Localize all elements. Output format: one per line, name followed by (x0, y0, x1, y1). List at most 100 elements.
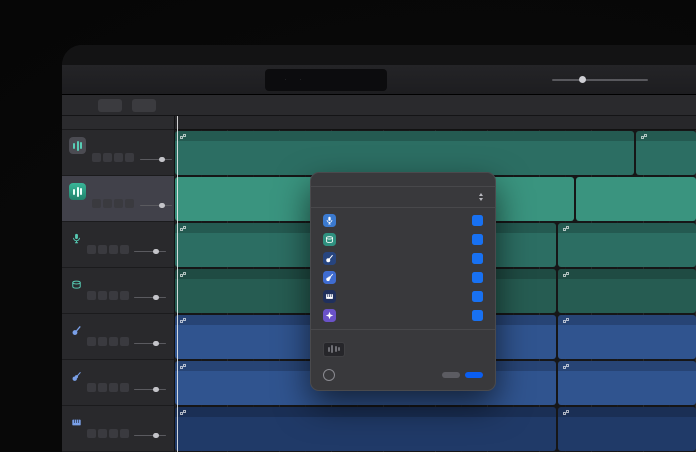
stem-checkbox[interactable] (472, 233, 483, 245)
track-volume-slider[interactable] (140, 156, 172, 162)
solo-button[interactable] (98, 429, 107, 438)
record-enable-button[interactable] (109, 291, 118, 300)
submix-waveform-icon (323, 341, 345, 357)
track-volume-slider[interactable] (140, 202, 172, 208)
track-buttons (87, 245, 129, 254)
bar-ruler[interactable] (175, 116, 696, 130)
submix-row (311, 338, 495, 363)
input-monitor-button[interactable] (125, 199, 134, 208)
loop-badge-icon (563, 271, 569, 277)
mute-button[interactable] (87, 245, 96, 254)
waveform (177, 142, 632, 173)
loop-badge-icon (180, 271, 186, 277)
guitar-icon (71, 369, 82, 381)
input-monitor-button[interactable] (120, 245, 129, 254)
track-volume-slider[interactable] (134, 294, 166, 300)
track-header-vocals[interactable] (62, 222, 174, 268)
device-bezel (0, 0, 696, 452)
lcd-signature-block[interactable] (300, 79, 308, 80)
stem-checkbox[interactable] (472, 309, 483, 321)
solo-button[interactable] (98, 383, 107, 392)
input-monitor-button[interactable] (120, 383, 129, 392)
stem-checkbox[interactable] (472, 271, 483, 283)
stack-track-icon (69, 183, 86, 200)
audio-region[interactable] (558, 223, 696, 267)
help-button[interactable] (323, 368, 335, 381)
input-monitor-button[interactable] (120, 429, 129, 438)
track-volume-slider[interactable] (134, 432, 166, 438)
record-enable-button[interactable] (109, 383, 118, 392)
mute-button[interactable] (87, 383, 96, 392)
solo-button[interactable] (98, 291, 107, 300)
record-enable-button[interactable] (109, 337, 118, 346)
audio-region[interactable] (558, 315, 696, 359)
solo-button[interactable] (98, 337, 107, 346)
track-header-guitar[interactable] (62, 360, 174, 406)
stem-row-bass[interactable] (323, 249, 483, 268)
stem-row-vocals[interactable] (323, 211, 483, 230)
waveform (177, 418, 554, 449)
control-bar (62, 65, 696, 95)
audio-region[interactable] (558, 407, 696, 451)
solo-button[interactable] (98, 245, 107, 254)
audio-region[interactable] (558, 269, 696, 313)
stem-list (311, 208, 495, 329)
loop-badge-icon (180, 317, 186, 323)
waveform (638, 142, 694, 173)
mute-button[interactable] (92, 199, 101, 208)
stem-row-other[interactable] (323, 306, 483, 325)
track-header-original-audio[interactable] (62, 130, 174, 176)
mute-button[interactable] (92, 153, 101, 162)
track-header-bass[interactable] (62, 314, 174, 360)
lcd-display[interactable] (265, 68, 387, 91)
record-enable-button[interactable] (109, 245, 118, 254)
playhead[interactable] (177, 116, 178, 452)
loop-badge-icon (180, 409, 186, 415)
record-enable-button[interactable] (109, 429, 118, 438)
mute-button[interactable] (87, 291, 96, 300)
mute-button[interactable] (87, 429, 96, 438)
track-header-list (62, 116, 175, 452)
stem-checkbox[interactable] (472, 290, 483, 302)
track-volume-slider[interactable] (134, 248, 166, 254)
volume-knob[interactable] (579, 76, 586, 83)
mute-button[interactable] (87, 337, 96, 346)
input-monitor-button[interactable] (120, 337, 129, 346)
audio-region[interactable] (558, 361, 696, 405)
stack-region[interactable] (576, 177, 696, 221)
stem-checkbox[interactable] (472, 214, 483, 226)
drum-icon (71, 277, 82, 289)
input-monitor-button[interactable] (120, 291, 129, 300)
logic-pro-window (62, 45, 696, 452)
track-header-new-stems[interactable] (62, 176, 174, 222)
pointer-tool-select[interactable] (98, 98, 122, 112)
cancel-button[interactable] (442, 371, 460, 378)
microphone-icon (323, 213, 336, 227)
drum-icon (323, 232, 336, 246)
apply-button[interactable] (465, 371, 483, 378)
guitar-icon (323, 270, 336, 284)
record-enable-button[interactable] (114, 199, 123, 208)
solo-button[interactable] (103, 199, 112, 208)
solo-button[interactable] (103, 153, 112, 162)
stem-row-piano[interactable] (323, 287, 483, 306)
preset-dropdown[interactable] (475, 193, 483, 201)
audio-region[interactable] (175, 131, 634, 175)
lane-original-audio (175, 131, 696, 175)
input-monitor-button[interactable] (125, 153, 134, 162)
bass-icon (323, 251, 336, 265)
track-list-toolbar (62, 116, 174, 130)
track-header-piano[interactable] (62, 406, 174, 452)
lcd-tempo-block[interactable] (285, 79, 293, 80)
audio-region[interactable] (175, 407, 556, 451)
track-volume-slider[interactable] (134, 386, 166, 392)
master-volume-slider[interactable] (552, 75, 648, 85)
stem-checkbox[interactable] (472, 252, 483, 264)
audio-region[interactable] (636, 131, 696, 175)
secondary-tool-select[interactable] (132, 98, 156, 112)
track-header-drums[interactable] (62, 268, 174, 314)
track-volume-slider[interactable] (134, 340, 166, 346)
stem-row-drums[interactable] (323, 230, 483, 249)
record-enable-button[interactable] (114, 153, 123, 162)
stem-row-guitar[interactable] (323, 268, 483, 287)
